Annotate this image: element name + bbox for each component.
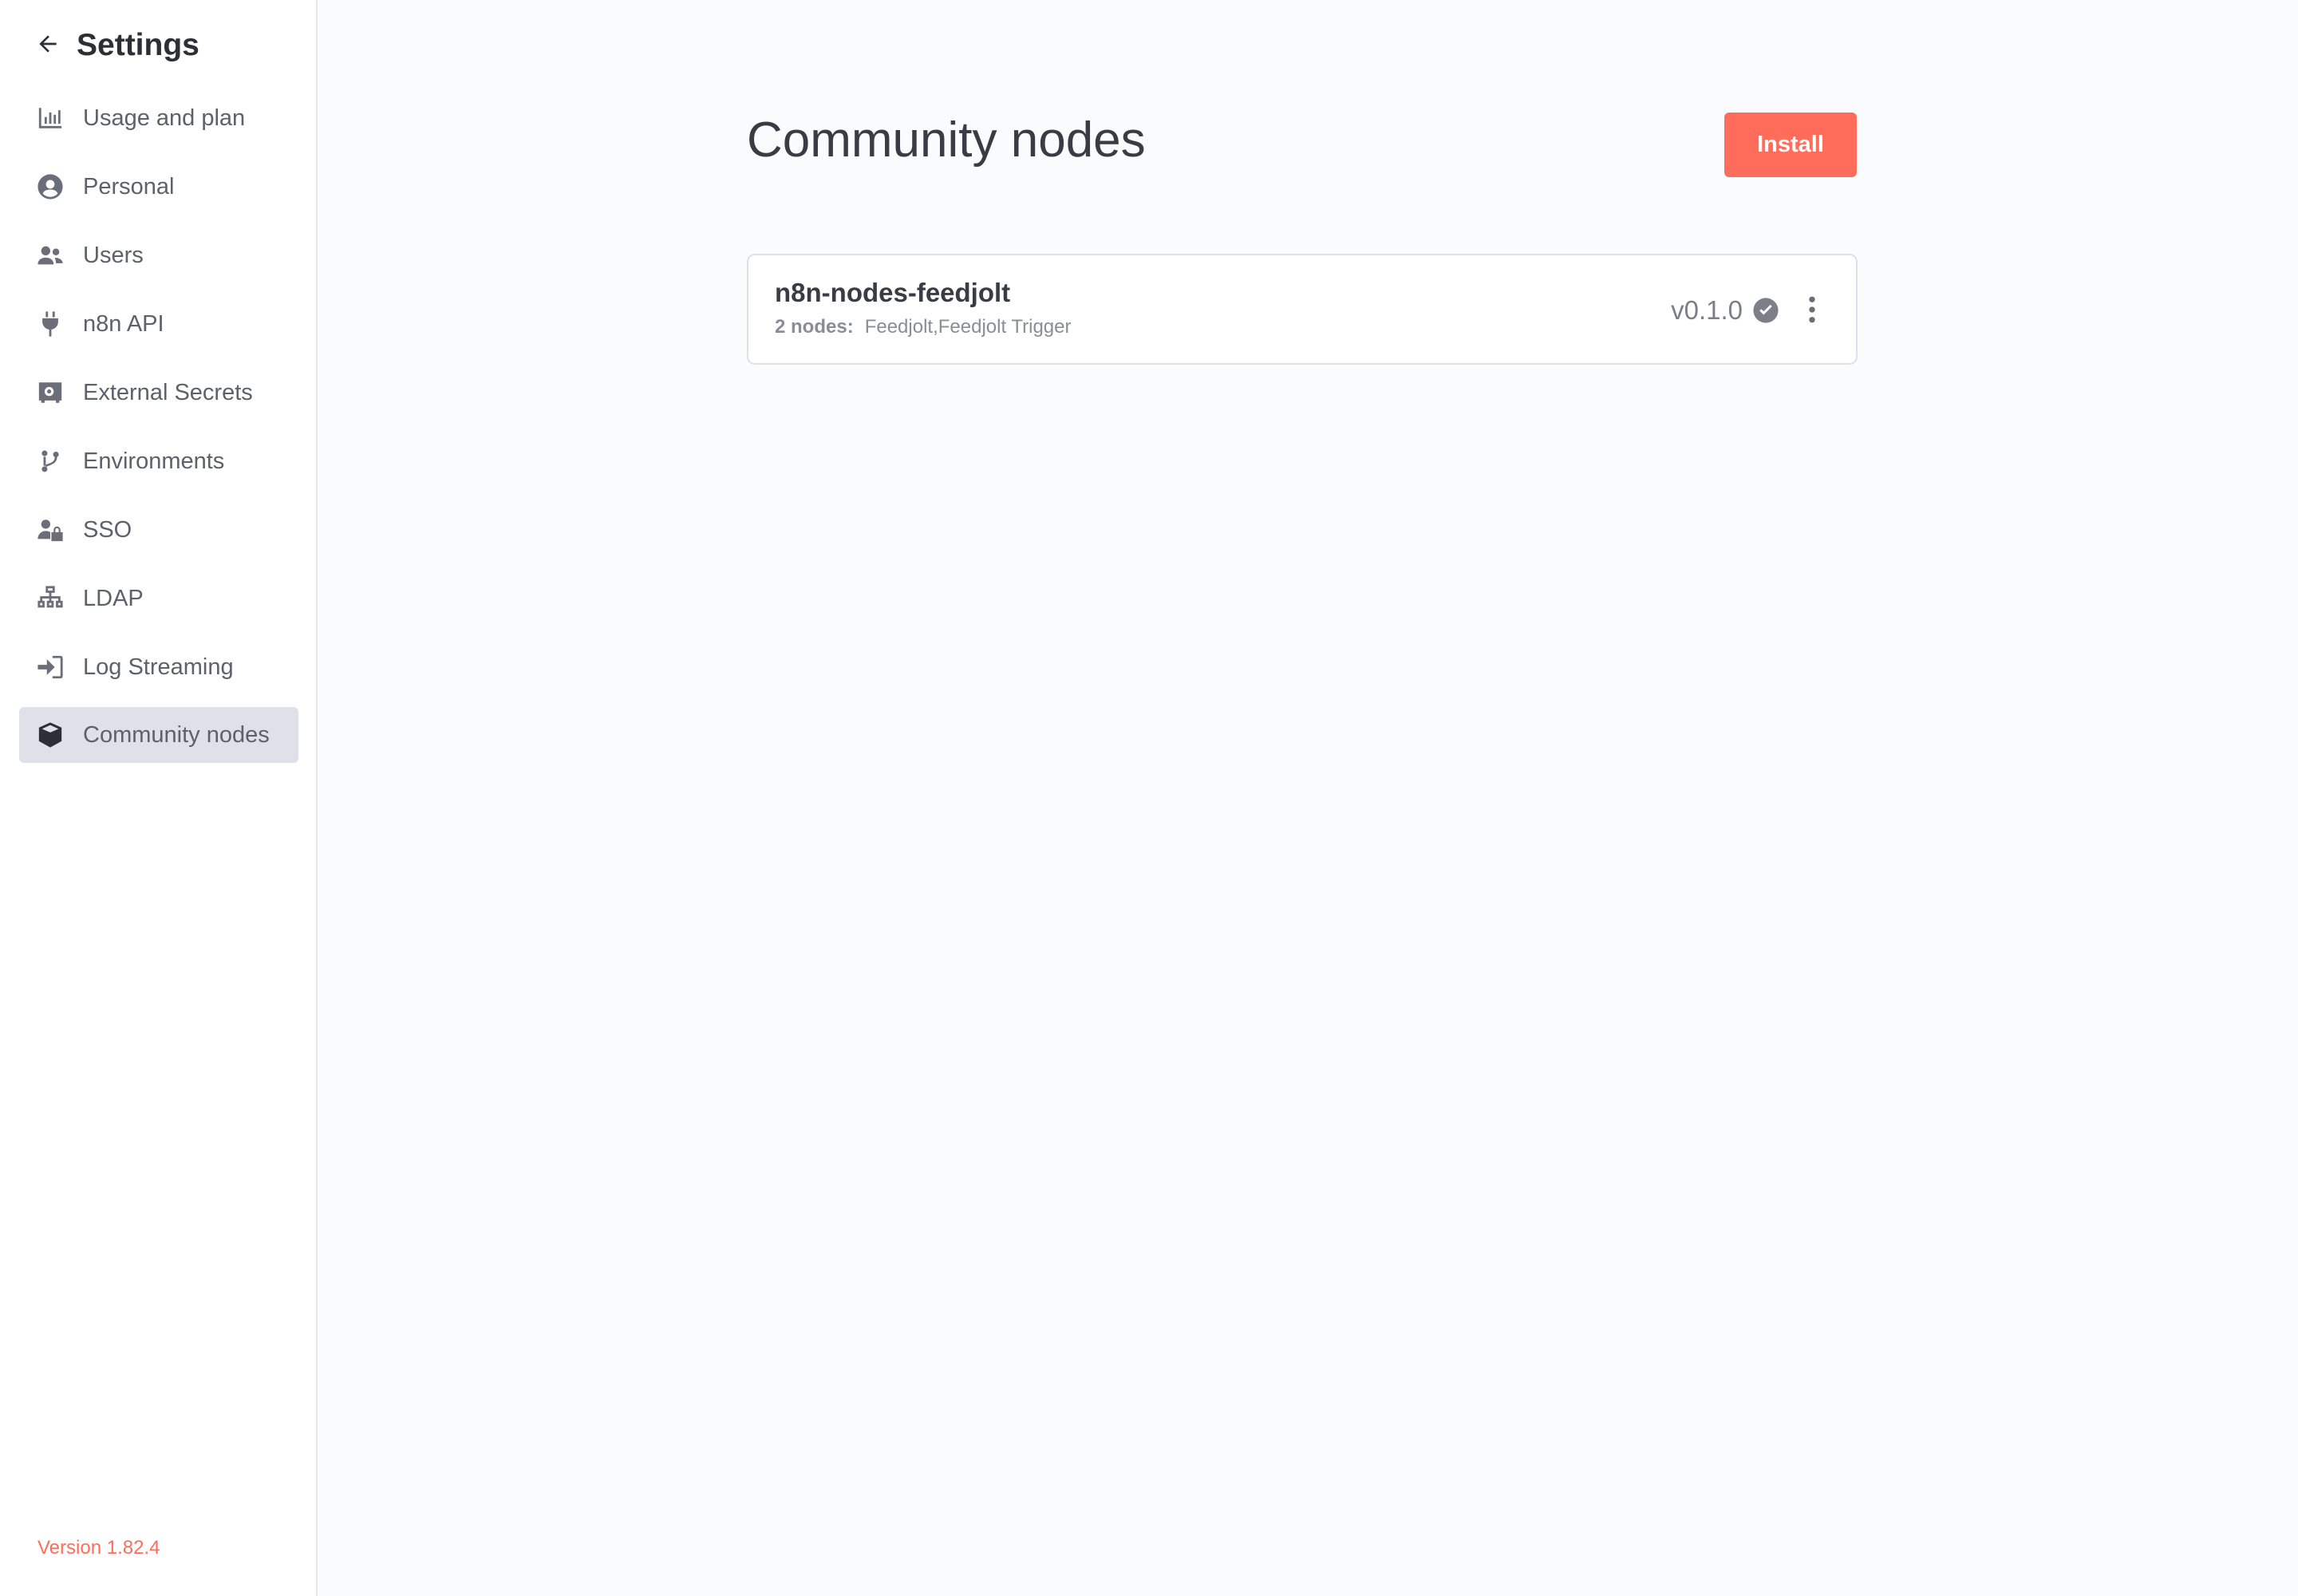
sidebar-item-log-streaming[interactable]: Log Streaming [19, 639, 298, 695]
sidebar-item-label: Community nodes [83, 721, 270, 748]
user-lock-icon [37, 516, 64, 543]
package-name: n8n-nodes-feedjolt [775, 278, 1011, 307]
vault-icon [37, 379, 64, 406]
settings-title: Settings [77, 28, 199, 62]
sidebar-item-ldap[interactable]: LDAP [19, 571, 298, 626]
arrow-left-icon [35, 31, 61, 61]
sidebar-item-users[interactable]: Users [19, 227, 298, 283]
app-version: Version 1.82.4 [38, 1537, 160, 1558]
user-friends-icon [37, 242, 64, 269]
sidebar-item-label: Log Streaming [83, 654, 234, 680]
ellipsis-vertical-icon [1809, 296, 1815, 323]
sidebar-item-personal[interactable]: Personal [19, 159, 298, 215]
sidebar-item-sso[interactable]: SSO [19, 502, 298, 558]
sidebar-item-label: SSO [83, 516, 132, 543]
sidebar-item-usage-and-plan[interactable]: Usage and plan [19, 90, 298, 146]
network-wired-icon [37, 585, 64, 612]
sidebar-item-label: External Secrets [83, 379, 253, 405]
sidebar-item-environments[interactable]: Environments [19, 433, 298, 489]
sidebar: Settings Usage and plan Personal Users n… [0, 0, 318, 1596]
chart-bar-icon [37, 105, 64, 132]
package-node-count: 2 nodes: [775, 316, 854, 338]
package-nodes: 2 nodes: Feedjolt,Feedjolt Trigger [775, 316, 1071, 338]
sidebar-item-community-nodes[interactable]: Community nodes [19, 707, 298, 763]
package-node-list: Feedjolt,Feedjolt Trigger [864, 316, 1072, 338]
code-branch-icon [37, 448, 64, 475]
check-circle-icon [1752, 297, 1779, 324]
install-button[interactable]: Install [1724, 113, 1857, 177]
sidebar-item-label: Users [83, 242, 144, 268]
user-circle-icon [37, 173, 64, 200]
sign-in-icon [37, 654, 64, 681]
cube-icon [37, 721, 64, 749]
sidebar-item-label: Usage and plan [83, 105, 246, 131]
plug-icon [37, 310, 64, 338]
sidebar-item-label: n8n API [83, 310, 164, 337]
sidebar-item-label: LDAP [83, 585, 144, 611]
sidebar-item-external-secrets[interactable]: External Secrets [19, 365, 298, 421]
community-package-card: n8n-nodes-feedjolt 2 nodes: Feedjolt,Feed… [747, 254, 1858, 365]
package-version-group: v0.1.0 [1671, 295, 1779, 326]
sidebar-item-label: Personal [83, 173, 175, 200]
sidebar-item-label: Environments [83, 448, 225, 474]
package-version: v0.1.0 [1671, 295, 1743, 325]
package-actions-button[interactable] [1800, 294, 1824, 326]
back-to-workflows[interactable]: Settings [35, 24, 199, 67]
sidebar-item-n8n-api[interactable]: n8n API [19, 296, 298, 352]
page-title: Community nodes [747, 113, 1146, 168]
